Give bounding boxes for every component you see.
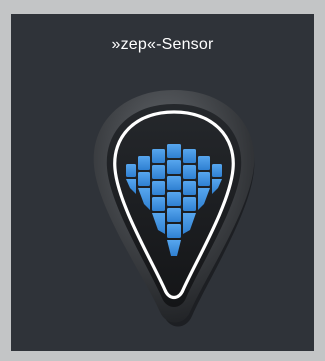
sensor-title: »zep«-Sensor [111,36,214,53]
sensor-panel: »zep«-Sensor [11,14,314,351]
sensor-icon [86,84,262,332]
